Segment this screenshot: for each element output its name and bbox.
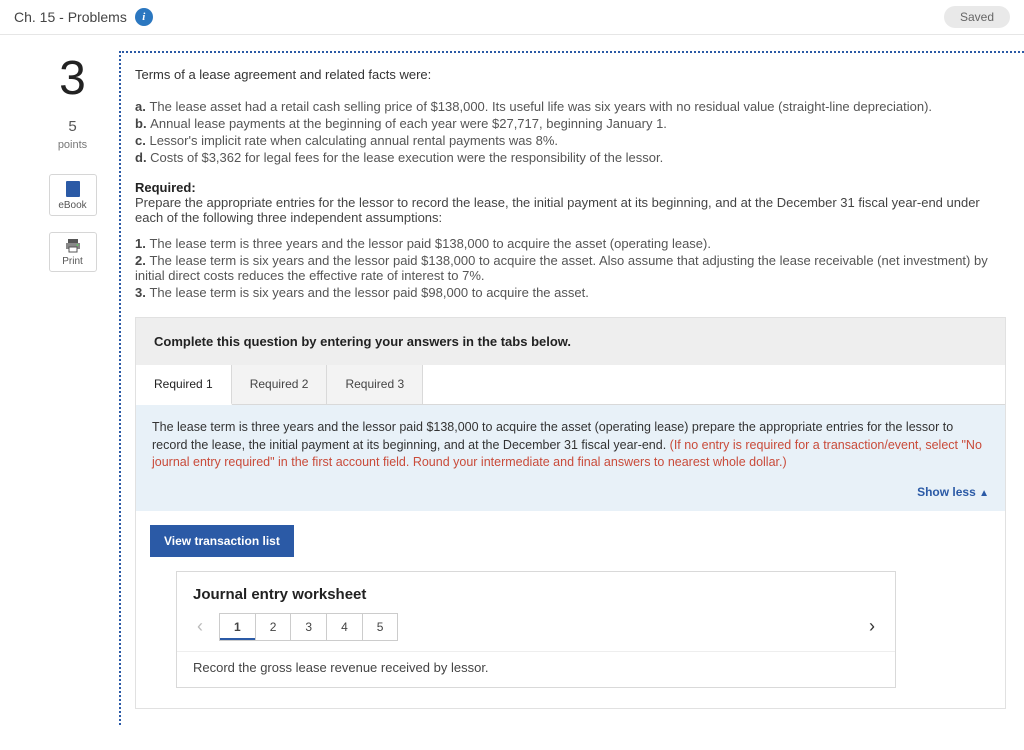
- step-2[interactable]: 2: [255, 613, 291, 641]
- tab-required-1[interactable]: Required 1: [136, 365, 232, 405]
- journal-worksheet: Journal entry worksheet ‹ 12345 › Record…: [176, 571, 896, 688]
- worksheet-title: Journal entry worksheet: [177, 572, 895, 613]
- assumption-item: 2. The lease term is six years and the l…: [135, 252, 1006, 284]
- printer-icon: [65, 239, 81, 253]
- facts-list: a. The lease asset had a retail cash sel…: [135, 98, 1006, 166]
- points-value: 5: [58, 118, 87, 136]
- fact-item: b. Annual lease payments at the beginnin…: [135, 115, 1006, 132]
- points-label: points: [58, 139, 87, 151]
- print-button[interactable]: Print: [49, 232, 97, 272]
- print-label: Print: [62, 256, 83, 267]
- required-text: Prepare the appropriate entries for the …: [135, 195, 1006, 225]
- worksheet-instruction: Record the gross lease revenue received …: [177, 651, 895, 687]
- tabs-row: Required 1Required 2Required 3: [136, 365, 1005, 405]
- assumption-item: 3. The lease term is six years and the l…: [135, 284, 1006, 301]
- answer-block: Complete this question by entering your …: [135, 317, 1006, 709]
- assumption-item: 1. The lease term is three years and the…: [135, 235, 1006, 252]
- book-icon: [66, 181, 80, 197]
- ebook-button[interactable]: eBook: [49, 174, 97, 216]
- step-5[interactable]: 5: [362, 613, 399, 641]
- fact-item: a. The lease asset had a retail cash sel…: [135, 98, 1006, 115]
- step-1[interactable]: 1: [219, 613, 255, 641]
- question-intro: Terms of a lease agreement and related f…: [135, 67, 1006, 82]
- chapter-title: Ch. 15 - Problems: [14, 9, 127, 25]
- next-step-button[interactable]: ›: [863, 616, 881, 637]
- step-buttons: 12345: [219, 613, 398, 641]
- top-bar: Ch. 15 - Problems i Saved: [0, 0, 1024, 35]
- worksheet-nav: ‹ 12345 ›: [177, 613, 895, 651]
- show-less-toggle[interactable]: Show less ▲: [152, 472, 989, 501]
- view-transaction-list-button[interactable]: View transaction list: [150, 525, 294, 557]
- assumptions-list: 1. The lease term is three years and the…: [135, 235, 1006, 301]
- fact-item: c. Lessor's implicit rate when calculati…: [135, 132, 1006, 149]
- question-number: 3: [59, 51, 86, 106]
- points-block: 5 points: [58, 118, 87, 152]
- prev-step-button[interactable]: ‹: [191, 616, 209, 637]
- fact-item: d. Costs of $3,362 for legal fees for th…: [135, 149, 1006, 166]
- show-less-label: Show less: [917, 485, 976, 499]
- cta-bar: Complete this question by entering your …: [136, 318, 1005, 365]
- caret-up-icon: ▲: [979, 488, 989, 499]
- ebook-label: eBook: [58, 200, 86, 211]
- step-3[interactable]: 3: [290, 613, 326, 641]
- saved-badge: Saved: [944, 6, 1010, 28]
- required-heading: Required:: [135, 180, 1006, 195]
- left-rail: 3 5 points eBook Print: [30, 51, 115, 725]
- step-4[interactable]: 4: [326, 613, 362, 641]
- tab-required-3[interactable]: Required 3: [327, 365, 423, 404]
- info-icon[interactable]: i: [135, 8, 153, 26]
- tab-required-2[interactable]: Required 2: [232, 365, 328, 404]
- instruction-panel: The lease term is three years and the le…: [136, 405, 1005, 511]
- question-content: Terms of a lease agreement and related f…: [119, 51, 1024, 725]
